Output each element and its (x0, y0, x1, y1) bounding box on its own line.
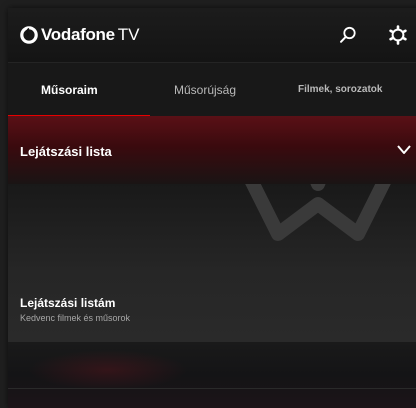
divider (8, 388, 416, 389)
content-row (8, 342, 416, 408)
playlist-card-subtitle: Kedvenc filmek és műsorok (20, 313, 131, 323)
tab-musorujsag[interactable]: Műsorújság (174, 63, 236, 117)
brand-suffix: TV (117, 25, 140, 44)
playlist-card[interactable]: Lejátszási listám Kedvenc filmek és műso… (8, 184, 416, 342)
chevron-down-icon[interactable] (396, 143, 412, 157)
playlist-card-title: Lejátszási listám (20, 296, 116, 310)
brand: Vodafone TV (20, 25, 140, 45)
tab-bar: Műsoraim Műsorújság Filmek, sorozatok (8, 62, 416, 118)
search-icon[interactable] (338, 25, 358, 45)
app-window: Vodafone TV Műsoraim Műsorújság Filmek, … (8, 8, 416, 408)
gear-icon[interactable] (388, 25, 408, 45)
star-watermark-icon (245, 184, 391, 241)
tab-filmek-sorozatok[interactable]: Filmek, sorozatok (298, 63, 382, 117)
vodafone-logo-icon (20, 26, 38, 44)
playlist-section-header[interactable]: Lejátszási lista (8, 116, 416, 184)
brand-name: Vodafone (41, 25, 115, 44)
tab-musoraim[interactable]: Műsoraim (41, 63, 98, 117)
section-title: Lejátszási lista (20, 144, 112, 159)
top-bar: Vodafone TV (8, 8, 416, 62)
